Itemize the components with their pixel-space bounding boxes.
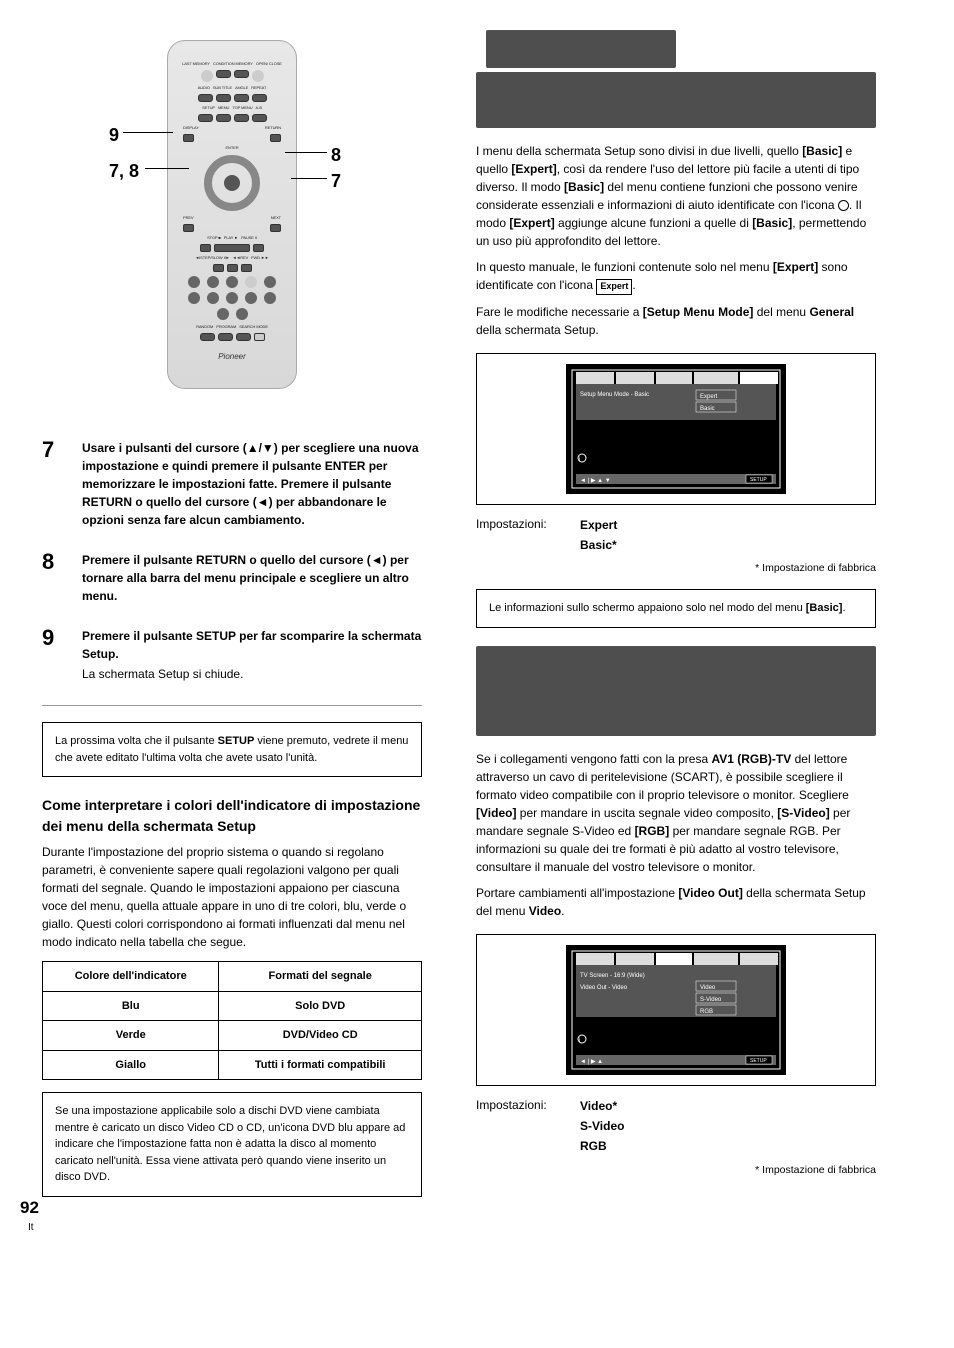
divider	[42, 705, 422, 706]
settings-video-out: Impostazioni: Video* S-Video RGB	[476, 1096, 876, 1157]
svg-text:Setup Menu Mode - Basic: Setup Menu Mode - Basic	[580, 392, 649, 398]
page-number: 92	[20, 1195, 39, 1221]
heading-indicator-colors: Come interpretare i colori dell'indicato…	[42, 795, 422, 837]
step-7: 7 Usare i pulsanti del cursore (▲/▼) per…	[42, 439, 422, 529]
section-title-bar-2	[476, 646, 876, 736]
diagram-video-out: TV Screen - 16:9 (Wide) Video Out - Vide…	[476, 934, 876, 1086]
table-row: GialloTutti i formati compatibili	[43, 1050, 422, 1080]
settings-setup-menu-mode: Impostazioni: Expert Basic*	[476, 515, 876, 556]
footnote-factory-2: * Impostazione di fabbrica	[476, 1163, 876, 1179]
body-video-out: Se i collegamenti vengono fatti con la p…	[476, 750, 876, 876]
body-indicator-colors: Durante l'impostazione del proprio siste…	[42, 843, 422, 951]
svg-text:Video: Video	[700, 985, 716, 991]
svg-text:Basic: Basic	[700, 406, 715, 412]
svg-text:i: i	[579, 1038, 580, 1044]
callout-7-8-left: 7, 8	[109, 158, 139, 185]
info-circle-icon	[838, 200, 849, 211]
body-video-out-2: Portare cambiamenti all'impostazione [Vi…	[476, 884, 876, 920]
svg-text:TV Screen - 16:9 (Wide): TV Screen - 16:9 (Wide)	[580, 973, 645, 979]
note-basic-only: Le informazioni sullo schermo appaiono s…	[476, 589, 876, 628]
svg-text:◄ | ▶ ▲: ◄ | ▶ ▲	[580, 1059, 603, 1065]
svg-text:S-Video: S-Video	[700, 997, 722, 1003]
table-row: VerdeDVD/Video CD	[43, 1021, 422, 1051]
section-title-bar-1	[476, 72, 876, 128]
page-language: It	[28, 1220, 34, 1235]
table-row: BluSolo DVD	[43, 991, 422, 1021]
svg-text:Video Out - Video: Video Out - Video	[580, 985, 628, 991]
body-setup-menu-mode: Fare le modifiche necessarie a [Setup Me…	[476, 303, 876, 339]
callout-9: 9	[109, 122, 119, 149]
table-indicator-colors: Colore dell'indicatoreFormati del segnal…	[42, 961, 422, 1080]
svg-text:i: i	[579, 457, 580, 463]
body-menu-levels: I menu della schermata Setup sono divisi…	[476, 142, 876, 250]
step-9: 9 Premere il pulsante SETUP per far scom…	[42, 627, 422, 683]
svg-text:SETUP: SETUP	[750, 1058, 767, 1064]
remote-control-illustration: 9 7, 8 8 7 LAST MEMORYCONDITION MEMORYOP…	[167, 40, 297, 389]
svg-text:RGB: RGB	[700, 1009, 713, 1015]
body-expert-icon: In questo manuale, le funzioni contenute…	[476, 258, 876, 295]
svg-text:SETUP: SETUP	[750, 477, 767, 483]
callout-8-right: 8	[331, 142, 341, 169]
footnote-factory-1: * Impostazione di fabbrica	[476, 561, 876, 577]
svg-text:◄ | ▶ ▲ ▼: ◄ | ▶ ▲ ▼	[580, 478, 611, 484]
section-header-bar-1	[486, 30, 676, 68]
remote-brand: Pioneer	[177, 351, 287, 363]
expert-badge-icon: Expert	[596, 279, 632, 295]
note-dvd-icon: Se una impostazione applicabile solo a d…	[42, 1092, 422, 1197]
note-setup-memory: La prossima volta che il pulsante SETUP …	[42, 722, 422, 777]
callout-7-right: 7	[331, 168, 341, 195]
step-8: 8 Premere il pulsante RETURN o quello de…	[42, 551, 422, 605]
diagram-setup-menu-mode: Setup Menu Mode - Basic Expert Basic i ◄…	[476, 353, 876, 505]
svg-text:Expert: Expert	[700, 394, 718, 400]
